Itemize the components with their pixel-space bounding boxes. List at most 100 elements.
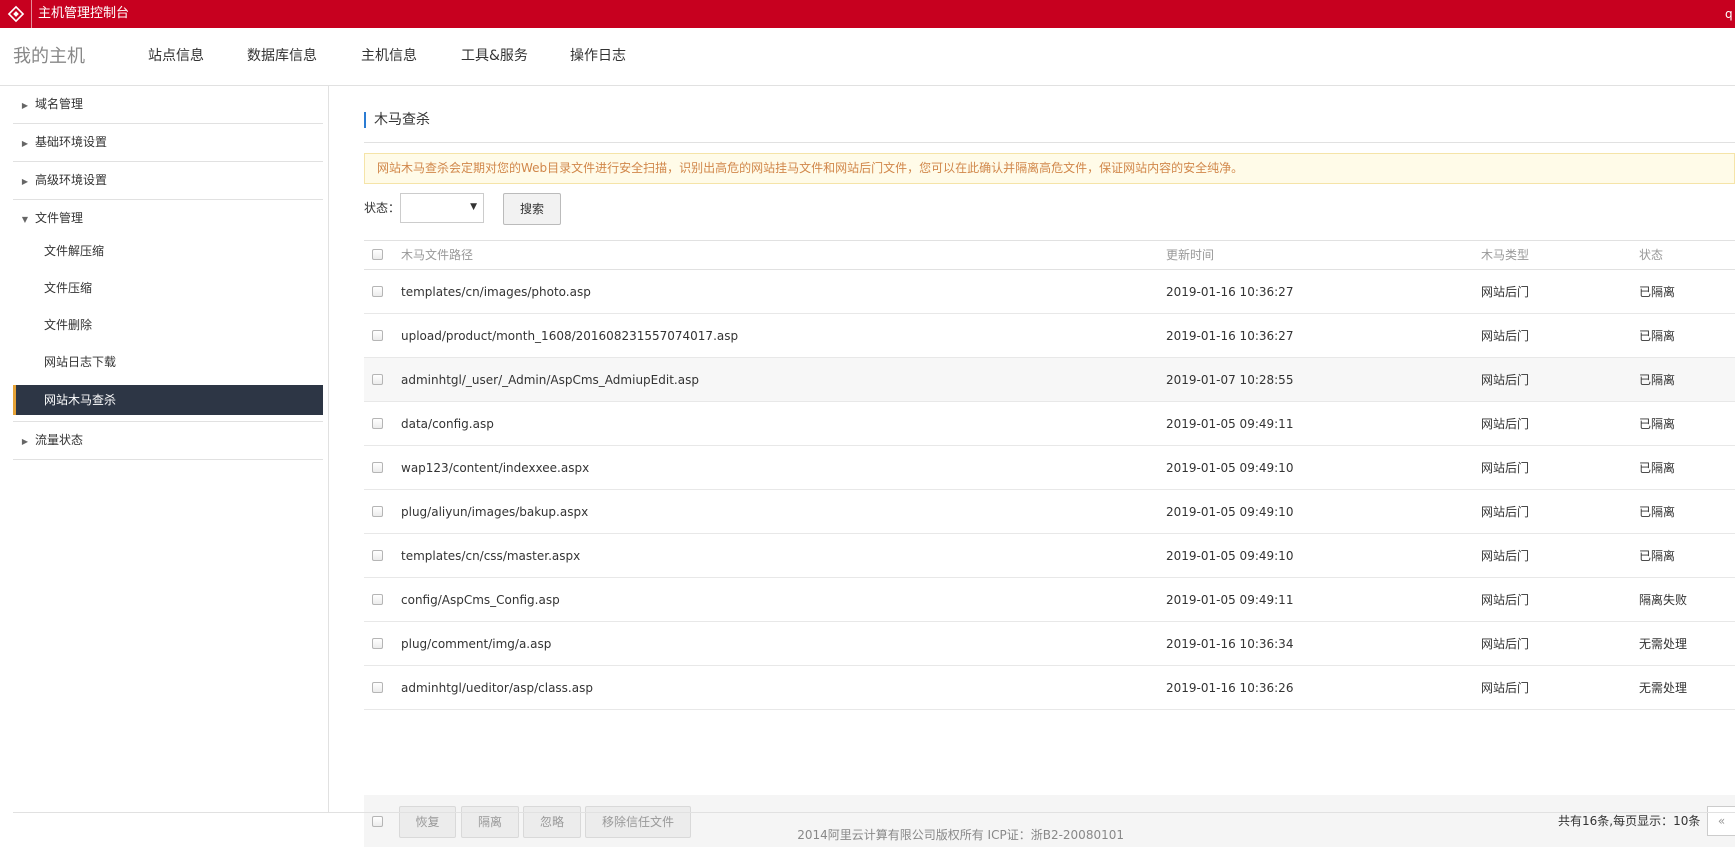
row-checkbox[interactable] [372,682,383,693]
caret-right-icon: ▶ [21,139,29,148]
sidebar-item-zip[interactable]: 文件压缩 [13,273,323,303]
nav-item-site-info[interactable]: 站点信息 [148,28,204,85]
sidebar-item-trojan-scan[interactable]: 网站木马查杀 [13,385,323,415]
main-nav: 我的主机 站点信息 数据库信息 主机信息 工具&服务 操作日志 [0,28,1735,86]
file-path: plug/aliyun/images/bakup.aspx [401,505,589,519]
table-row: upload/product/month_1608/20160823155707… [364,314,1735,358]
update-time: 2019-01-05 09:49:10 [1166,461,1294,475]
caret-down-icon: ▼ [470,202,477,212]
sidebar-item-unzip[interactable]: 文件解压缩 [13,236,323,266]
status-text: 已隔离 [1639,373,1676,387]
update-time: 2019-01-05 09:49:10 [1166,505,1294,519]
table-row: templates/cn/images/photo.asp 2019-01-16… [364,270,1735,314]
status-text: 隔离失败 [1639,593,1688,607]
sidebar-group-label: 文件管理 [35,211,84,225]
row-checkbox[interactable] [372,638,383,649]
trojan-type: 网站后门 [1481,549,1530,563]
sidebar-group-label: 基础环境设置 [35,135,108,149]
caret-right-icon: ▶ [21,437,29,446]
update-time: 2019-01-05 09:49:11 [1166,417,1294,431]
status-text: 已隔离 [1639,285,1676,299]
sidebar-item-label: 网站日志下载 [44,355,117,369]
trojan-type: 网站后门 [1481,681,1530,695]
trojan-type: 网站后门 [1481,329,1530,343]
nav-item-tools-services[interactable]: 工具&服务 [461,28,528,85]
nav-item-database-info[interactable]: 数据库信息 [247,28,317,85]
file-path: data/config.asp [401,417,494,431]
table-row: adminhtgl/ueditor/asp/class.asp 2019-01-… [364,666,1735,710]
status-text: 已隔离 [1639,549,1676,563]
sidebar-item-log-download[interactable]: 网站日志下载 [13,347,323,377]
pagination-prev-button[interactable]: « [1707,806,1735,836]
table-row: data/config.asp 2019-01-05 09:49:11 网站后门… [364,402,1735,446]
sidebar-group-traffic[interactable]: ▶ 流量状态 [13,422,323,460]
nav-item-host-info[interactable]: 主机信息 [361,28,417,85]
status-text: 已隔离 [1639,417,1676,431]
row-checkbox[interactable] [372,594,383,605]
update-time: 2019-01-16 10:36:27 [1166,329,1294,343]
sidebar-item-delete[interactable]: 文件删除 [13,310,323,340]
sidebar-group-advanced-env[interactable]: ▶ 高级环境设置 [13,162,323,200]
file-path: templates/cn/images/photo.asp [401,285,591,299]
caret-down-icon: ▼ [21,215,29,224]
table-row: config/AspCms_Config.asp 2019-01-05 09:4… [364,578,1735,622]
row-checkbox[interactable] [372,550,383,561]
update-time: 2019-01-05 09:49:11 [1166,593,1294,607]
column-header-time: 更新时间 [1166,248,1215,262]
table-row: templates/cn/css/master.aspx 2019-01-05 … [364,534,1735,578]
table-header: 木马文件路径 更新时间 木马类型 状态 [364,240,1735,270]
status-text: 无需处理 [1639,681,1688,695]
file-path: config/AspCms_Config.asp [401,593,560,607]
sidebar-group-label: 流量状态 [35,433,84,447]
sidebar-group-label: 域名管理 [35,97,84,111]
status-text: 已隔离 [1639,461,1676,475]
footer: 2014阿里云计算有限公司版权所有 ICP证：浙B2-20080101 [0,825,1124,845]
table-row: wap123/content/indexxee.aspx 2019-01-05 … [364,446,1735,490]
row-checkbox[interactable] [372,286,383,297]
table-row: plug/comment/img/a.asp 2019-01-16 10:36:… [364,622,1735,666]
trojan-type: 网站后门 [1481,637,1530,651]
trojan-type: 网站后门 [1481,461,1530,475]
nav-item-operation-log[interactable]: 操作日志 [570,28,626,85]
column-header-type: 木马类型 [1481,248,1530,262]
file-path: templates/cn/css/master.aspx [401,549,581,563]
caret-right-icon: ▶ [21,101,29,110]
update-time: 2019-01-16 10:36:26 [1166,681,1294,695]
trojan-type: 网站后门 [1481,417,1530,431]
sidebar-group-label: 高级环境设置 [35,173,108,187]
row-checkbox[interactable] [372,418,383,429]
user-menu[interactable]: q [1725,0,1735,28]
sidebar-item-label: 文件解压缩 [44,244,105,258]
select-all-checkbox[interactable] [372,249,383,260]
status-select[interactable]: ▼ [400,193,484,223]
update-time: 2019-01-16 10:36:34 [1166,637,1294,651]
status-text: 无需处理 [1639,637,1688,651]
filter-bar: 状态： ▼ 搜索 [364,193,964,225]
sidebar-group-basic-env[interactable]: ▶ 基础环境设置 [13,124,323,162]
trojan-type: 网站后门 [1481,373,1530,387]
file-path: upload/product/month_1608/20160823155707… [401,329,739,343]
sidebar-item-label: 文件删除 [44,318,93,332]
sidebar-group-domain[interactable]: ▶ 域名管理 [13,86,323,124]
title-divider [364,142,1735,143]
logo-icon[interactable] [0,0,32,28]
row-checkbox[interactable] [372,506,383,517]
notice-banner: 网站木马查杀会定期对您的Web目录文件进行安全扫描，识别出高危的网站挂马文件和网… [364,153,1735,184]
trojan-type: 网站后门 [1481,285,1530,299]
nav-brand[interactable]: 我的主机 [13,28,85,85]
page-title: 木马查杀 [364,112,430,128]
row-checkbox[interactable] [372,462,383,473]
status-filter-label: 状态： [364,201,401,215]
row-checkbox[interactable] [372,374,383,385]
footer-divider [13,812,1735,813]
update-time: 2019-01-07 10:28:55 [1166,373,1294,387]
status-text: 已隔离 [1639,329,1676,343]
copyright-text: 2014阿里云计算有限公司版权所有 ICP证：浙B2-20080101 [797,828,1124,842]
file-path: adminhtgl/ueditor/asp/class.asp [401,681,593,695]
search-button[interactable]: 搜索 [503,193,561,225]
sidebar-group-file-management[interactable]: ▼ 文件管理 [13,200,323,237]
trojan-type: 网站后门 [1481,505,1530,519]
sidebar: ▶ 域名管理 ▶ 基础环境设置 ▶ 高级环境设置 ▼ 文件管理 文件解压缩 文件压缩 文… [0,86,329,812]
row-checkbox[interactable] [372,330,383,341]
status-text: 已隔离 [1639,505,1676,519]
